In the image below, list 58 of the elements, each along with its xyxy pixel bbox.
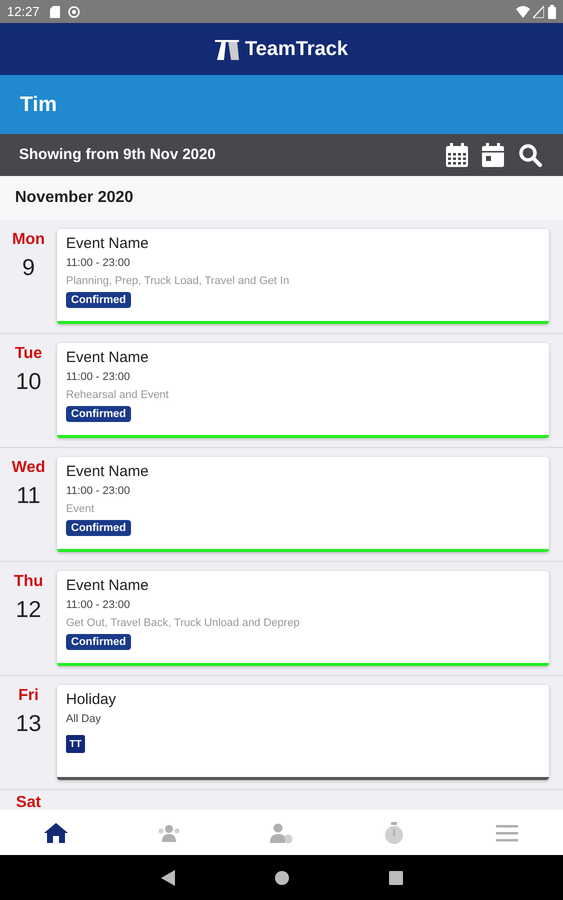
back-icon xyxy=(160,870,174,886)
event-title: Event Name xyxy=(66,235,150,253)
sd-card-icon xyxy=(50,6,60,18)
back-button[interactable] xyxy=(160,870,174,886)
event-card[interactable]: Event Name 11:00 - 23:00 Planning, Prep, Truck Load, Travel and Get In Confirmed xyxy=(57,229,549,324)
wifi-icon xyxy=(516,6,530,18)
day-number: 9 xyxy=(22,253,35,282)
weekday-label: Thu xyxy=(14,572,44,592)
weekday-label: Mon xyxy=(12,230,45,250)
sync-icon xyxy=(68,6,80,18)
event-title: Event Name xyxy=(66,463,150,481)
status-badge: Confirmed xyxy=(66,406,131,422)
event-card[interactable]: Holiday All Day TT xyxy=(57,685,549,780)
month-heading: November 2020 xyxy=(15,188,134,208)
weekday-label: Wed xyxy=(12,458,46,478)
day-number: 13 xyxy=(16,709,42,738)
battery-icon xyxy=(548,4,556,18)
home-circle-icon xyxy=(274,870,288,884)
event-description: Get Out, Travel Back, Truck Unload and Deprep xyxy=(66,616,301,631)
event-card[interactable]: Event Name 11:00 - 23:00 Event Confirmed xyxy=(57,457,549,552)
recents-icon xyxy=(388,870,402,884)
event-title: Event Name xyxy=(66,577,150,595)
event-time: 11:00 - 23:00 xyxy=(66,256,132,271)
weekday-label: Sat xyxy=(16,793,41,810)
event-title: Holiday xyxy=(66,691,118,709)
home-icon xyxy=(43,820,70,844)
event-description: Event xyxy=(66,502,96,517)
search-button[interactable] xyxy=(518,142,544,168)
home-button[interactable] xyxy=(274,870,288,884)
recents-button[interactable] xyxy=(388,870,402,884)
event-description: Rehearsal and Event xyxy=(66,388,170,403)
day-number: 12 xyxy=(16,595,42,624)
date-range-label: Showing from 9th Nov 2020 xyxy=(19,144,217,165)
status-badge: Confirmed xyxy=(66,520,131,536)
day-number: 11 xyxy=(16,481,40,510)
event-time: 11:00 - 23:00 xyxy=(66,598,132,613)
user-name: Tim xyxy=(20,92,57,118)
calendar-grid-icon xyxy=(446,143,468,167)
calendar-day-icon xyxy=(482,143,504,167)
person-clock-icon xyxy=(268,820,294,844)
event-time: All Day xyxy=(66,712,102,727)
status-time: 12:27 xyxy=(7,2,40,21)
event-description: Planning, Prep, Truck Load, Travel and Get In xyxy=(66,274,290,289)
status-badge: Confirmed xyxy=(66,634,131,650)
event-time: 11:00 - 23:00 xyxy=(66,484,132,499)
logo-badge: TT xyxy=(66,735,85,753)
event-card[interactable]: Event Name 11:00 - 23:00 Get Out, Travel Back, Truck Unload and Deprep Confirmed xyxy=(57,571,549,666)
weekday-label: Tue xyxy=(14,344,42,364)
event-time: 11:00 - 23:00 xyxy=(66,370,132,385)
signal-icon xyxy=(533,6,544,18)
day-number: 10 xyxy=(16,367,42,396)
event-card[interactable]: Event Name 11:00 - 23:00 Rehearsal and Event Confirmed xyxy=(57,343,549,438)
event-title: Event Name xyxy=(66,349,150,367)
app-logo-text: TeamTrack xyxy=(244,37,348,62)
search-icon xyxy=(518,143,542,167)
logo-icon xyxy=(214,38,239,60)
status-badge: Confirmed xyxy=(66,292,131,308)
weekday-label: Fri xyxy=(18,686,39,706)
